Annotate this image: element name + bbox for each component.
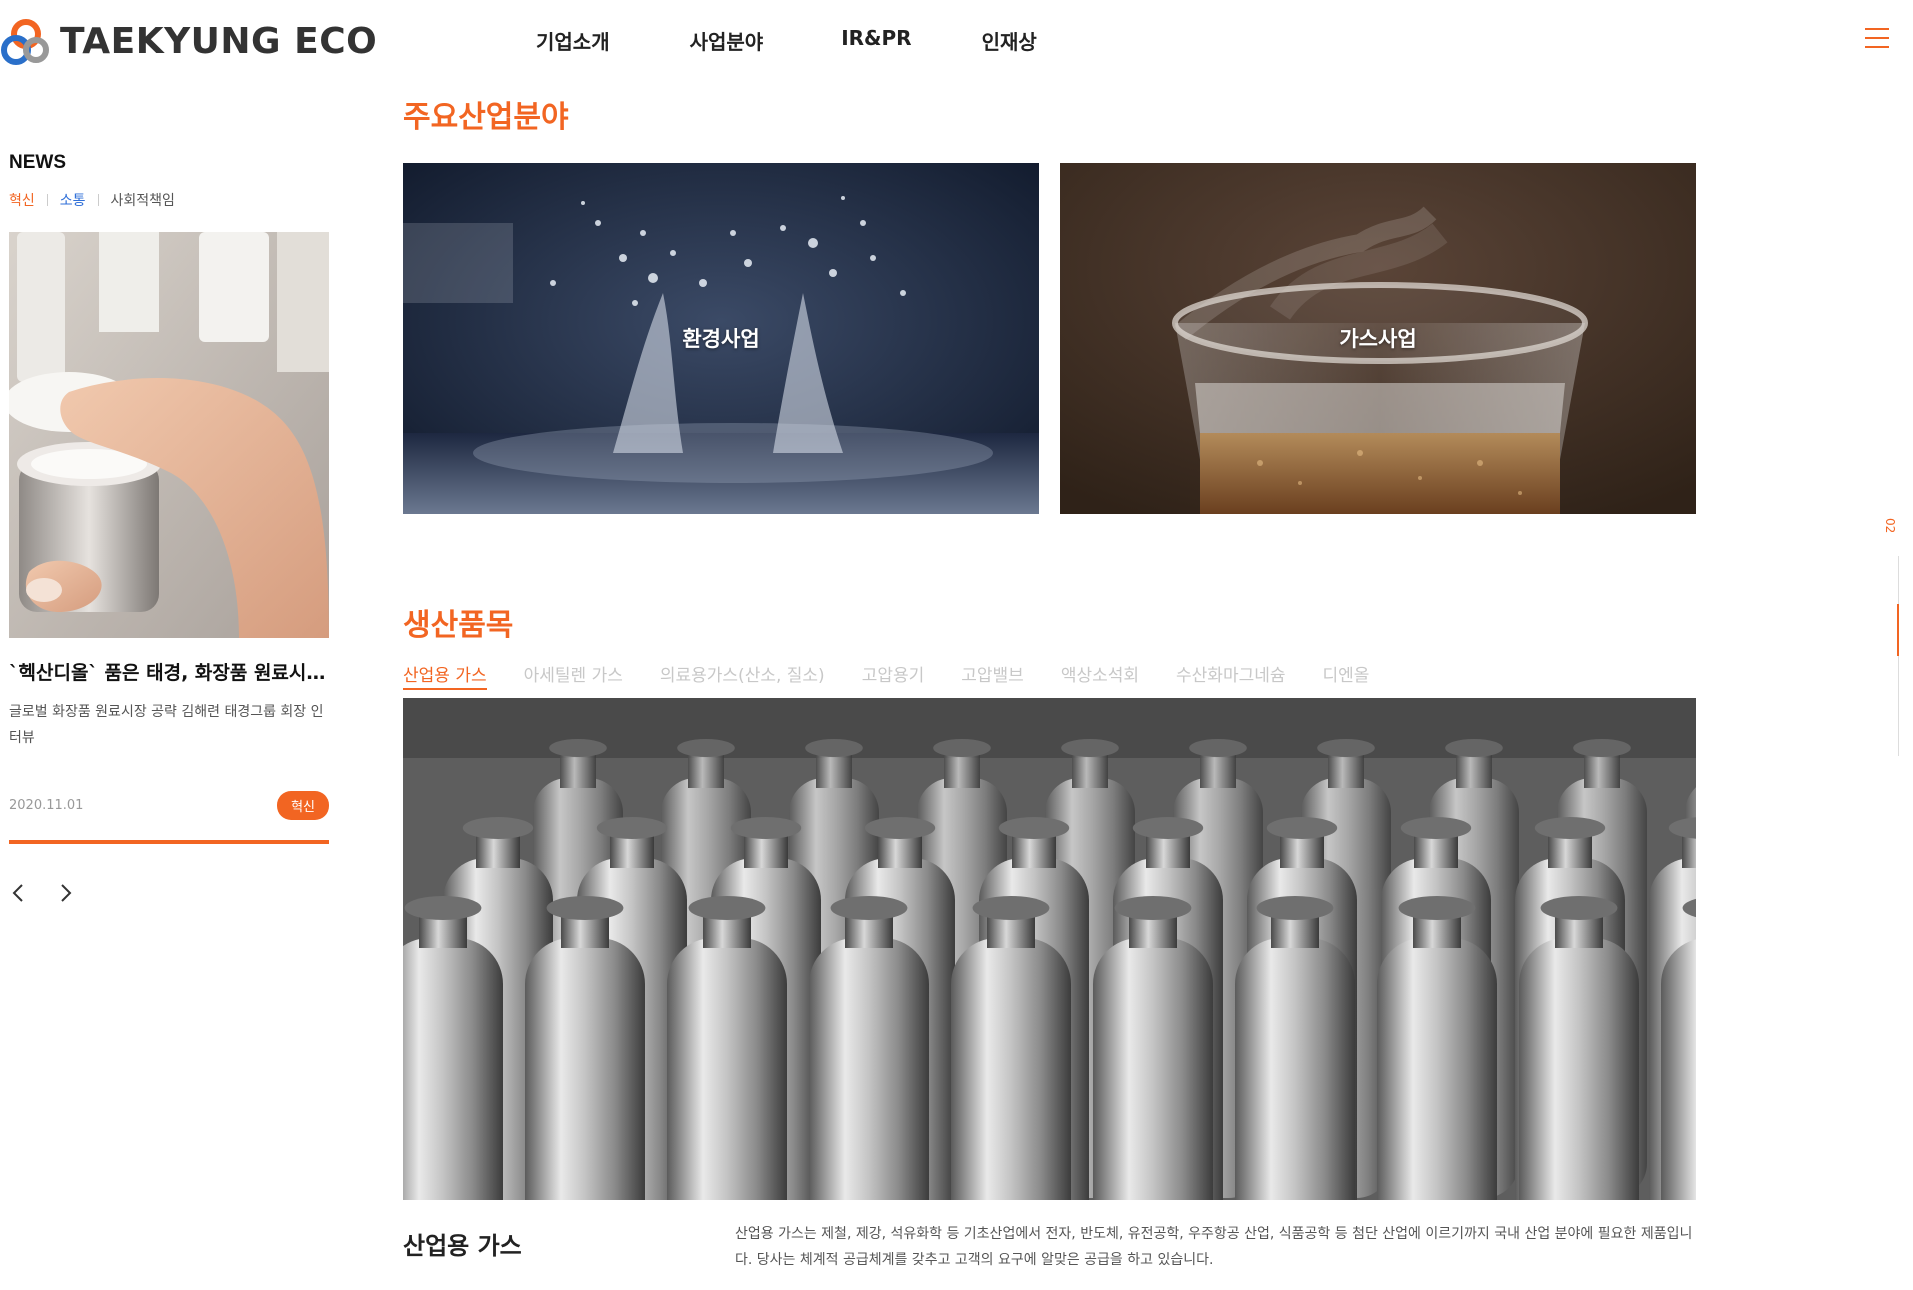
chevron-left-icon[interactable] bbox=[9, 882, 27, 904]
nav-item-irpr[interactable]: IR&PR bbox=[841, 26, 911, 55]
tab-industrial-gas[interactable]: 산업용 가스 bbox=[403, 661, 487, 690]
news-panel: NEWS 혁신 소통 사회적책임 `헥산디올` 품은 태경, 화장품 원료시장.… bbox=[9, 152, 329, 904]
news-description: 글로벌 화장품 원료시장 공략 김해련 태경그룹 회장 인터뷰 bbox=[9, 704, 324, 746]
hamburger-icon[interactable] bbox=[1865, 28, 1889, 52]
product-description: 산업용 가스는 제철, 제강, 석유화학 등 기초산업에서 전자, 반도체, 유… bbox=[735, 1226, 1693, 1268]
news-title: NEWS bbox=[9, 152, 66, 173]
nav-item-talent[interactable]: 인재상 bbox=[982, 26, 1037, 55]
logo-mark-icon bbox=[1, 19, 49, 65]
tab-dienol[interactable]: 디엔올 bbox=[1323, 661, 1370, 690]
section-title-industries: 주요산업분야 bbox=[403, 100, 569, 135]
tab-magnesium-hydroxide[interactable]: 수산화마그네슘 bbox=[1176, 661, 1285, 690]
logo[interactable]: TAEKYUNG ECO bbox=[0, 18, 377, 66]
main-nav: 기업소개 사업분야 IR&PR 인재상 bbox=[520, 26, 1037, 55]
news-date: 2020.11.01 bbox=[9, 798, 84, 813]
divider bbox=[46, 194, 48, 206]
news-pagination bbox=[9, 882, 329, 904]
business-card-environment[interactable]: 환경사업 bbox=[403, 163, 1039, 514]
news-category-innovation[interactable]: 혁신 bbox=[9, 190, 35, 210]
nav-item-company[interactable]: 기업소개 bbox=[536, 26, 610, 55]
business-card-label: 가스사업 bbox=[1339, 327, 1417, 351]
section-title-products: 생산품목 bbox=[403, 608, 514, 643]
news-category-communication[interactable]: 소통 bbox=[60, 190, 86, 210]
product-name: 산업용 가스 bbox=[403, 1232, 522, 1260]
business-card-gas[interactable]: 가스사업 bbox=[1060, 163, 1696, 514]
tab-acetylene-gas[interactable]: 아세틸렌 가스 bbox=[524, 661, 623, 690]
tab-medical-gas[interactable]: 의료용가스(산소, 질소) bbox=[660, 661, 825, 690]
section-scroll-track[interactable] bbox=[1898, 556, 1899, 756]
news-category-filter: 혁신 소통 사회적책임 bbox=[9, 190, 329, 210]
tab-high-pressure-cylinder[interactable]: 고압용기 bbox=[862, 661, 925, 690]
chevron-right-icon[interactable] bbox=[57, 882, 75, 904]
news-category-csr[interactable]: 사회적책임 bbox=[111, 190, 175, 210]
divider bbox=[97, 194, 99, 206]
product-image bbox=[403, 698, 1696, 1200]
news-category-badge: 혁신 bbox=[277, 791, 329, 820]
nav-item-business[interactable]: 사업분야 bbox=[690, 26, 764, 55]
tab-high-pressure-valve[interactable]: 고압밸브 bbox=[961, 661, 1024, 690]
product-tabs: 산업용 가스 아세틸렌 가스 의료용가스(산소, 질소) 고압용기 고압밸브 액… bbox=[403, 661, 1406, 690]
news-headline[interactable]: `헥산디올` 품은 태경, 화장품 원료시장... bbox=[9, 658, 329, 685]
section-scroll-thumb[interactable] bbox=[1897, 604, 1899, 656]
news-thumbnail[interactable] bbox=[9, 232, 329, 638]
tab-liquid-slaked-lime[interactable]: 액상소석회 bbox=[1061, 661, 1139, 690]
logo-text: TAEKYUNG ECO bbox=[60, 21, 378, 62]
business-card-label: 환경사업 bbox=[682, 327, 760, 351]
section-page-number: 02 bbox=[1883, 518, 1897, 534]
news-progress-bar bbox=[9, 840, 329, 844]
news-meta: 2020.11.01 혁신 bbox=[9, 791, 329, 820]
